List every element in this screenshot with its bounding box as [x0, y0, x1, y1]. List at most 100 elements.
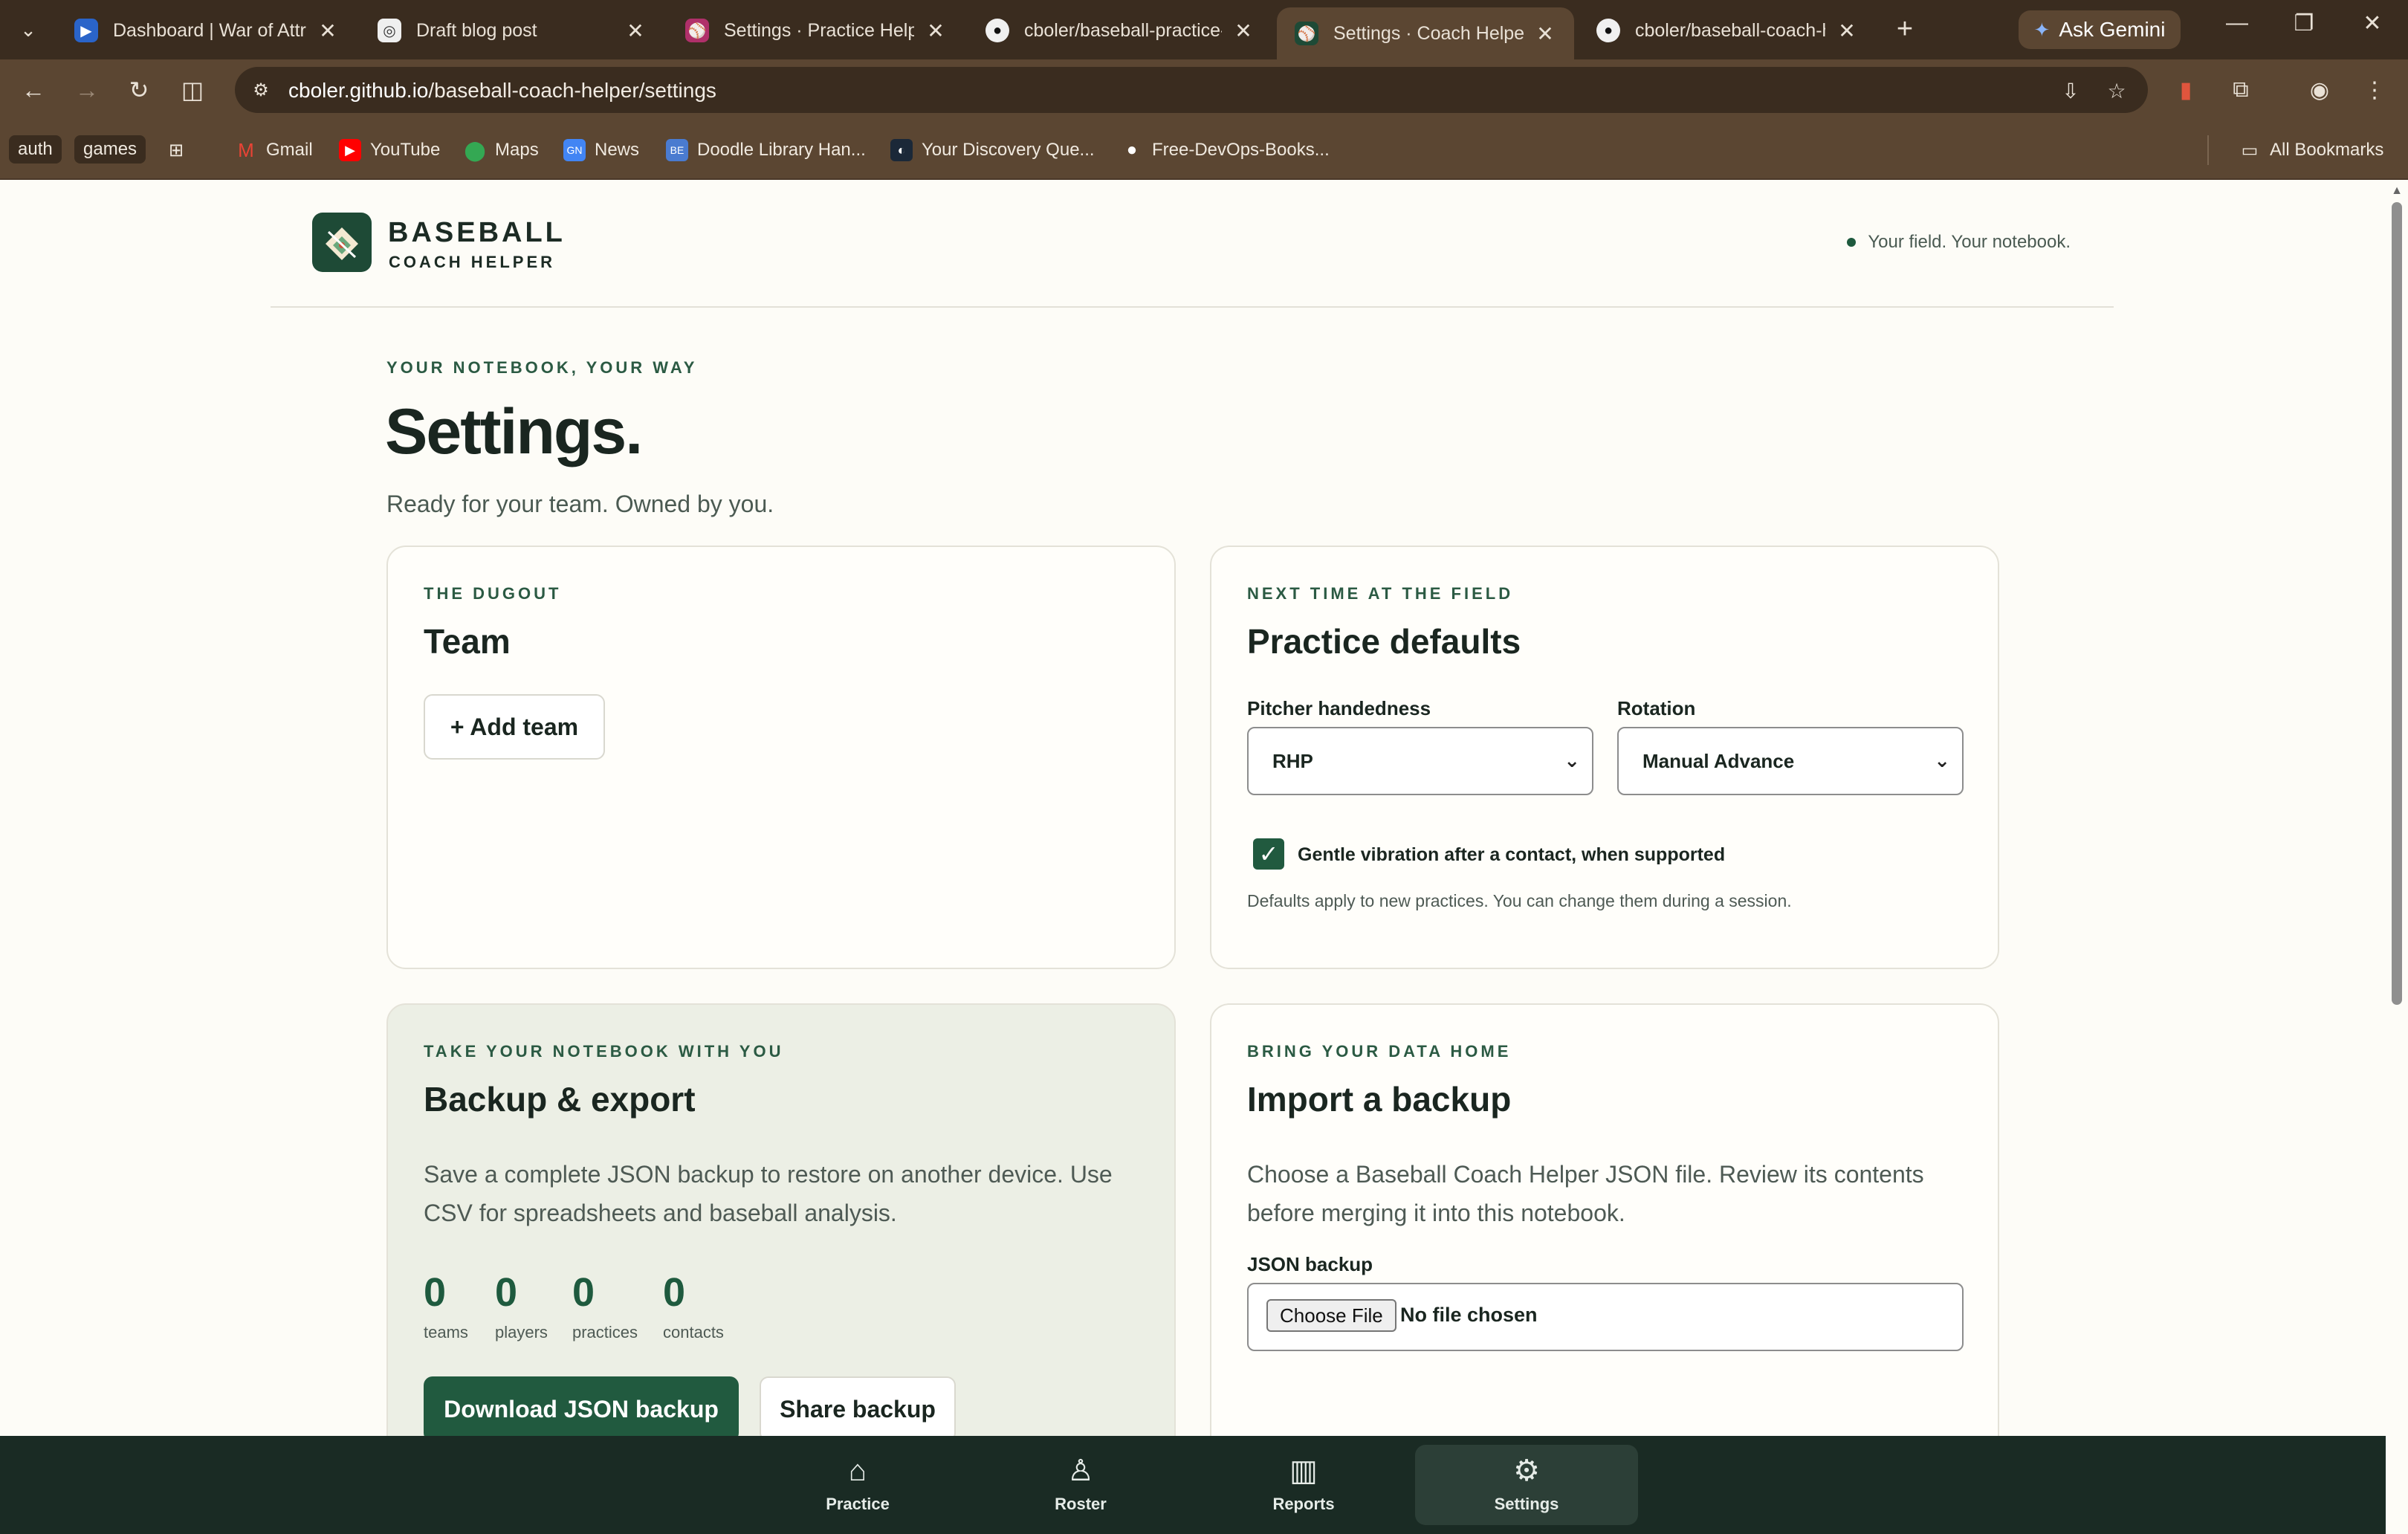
tab-coach-helper-settings[interactable]: ⚾ Settings · Coach Helper ✕	[1277, 7, 1574, 59]
scroll-up-arrow-icon[interactable]: ▲	[2390, 184, 2404, 198]
backup-eyebrow: TAKE YOUR NOTEBOOK WITH YOU	[424, 1042, 784, 1061]
bookmark-discovery-queue[interactable]: ◐ Your Discovery Que...	[890, 135, 1095, 165]
import-eyebrow: BRING YOUR DATA HOME	[1247, 1042, 1512, 1061]
restore-icon[interactable]: ❐	[2282, 10, 2326, 36]
tab-github-coach[interactable]: ● cboler/baseball-coach-he ✕	[1579, 7, 1876, 54]
install-app-icon[interactable]: ⇩	[2056, 76, 2085, 106]
backup-title: Backup & export	[424, 1080, 696, 1119]
rotation-label: Rotation	[1617, 697, 1696, 719]
practice-eyebrow: NEXT TIME AT THE FIELD	[1247, 584, 1514, 603]
new-tab-plus-icon[interactable]: +	[1888, 13, 1922, 45]
browser-tabstrip: ⌄ ▶ Dashboard | War of Attrit ✕ ◎ Draft …	[0, 0, 2408, 59]
page-subtitle: Ready for your team. Owned by you.	[386, 491, 774, 517]
page-scrollbar[interactable]: ▲	[2386, 180, 2408, 1534]
reload-icon[interactable]: ↻	[122, 73, 156, 107]
close-icon[interactable]: ✕	[1232, 19, 1255, 43]
pitcher-handedness-label: Pitcher handedness	[1247, 697, 1431, 719]
ask-gemini-button[interactable]: ✦ Ask Gemini	[2019, 10, 2181, 49]
bookmark-devops-books[interactable]: ● Free-DevOps-Books...	[1121, 135, 1330, 165]
bookmark-news[interactable]: GN News	[563, 135, 639, 165]
bookmark-folder-auth[interactable]: auth	[9, 135, 62, 164]
nav-reports[interactable]: ▥ Reports	[1192, 1445, 1415, 1525]
profile-avatar-icon[interactable]: ◉	[2302, 73, 2337, 107]
contacts-count: 0	[663, 1270, 686, 1315]
split-view-icon[interactable]: ◫	[175, 73, 210, 107]
window-close-icon[interactable]: ✕	[2350, 10, 2395, 36]
nav-settings[interactable]: ⚙ Settings	[1415, 1445, 1638, 1525]
url-text[interactable]: cboler.github.io/baseball-coach-helper/s…	[288, 79, 716, 103]
github-icon: ●	[1126, 140, 1138, 160]
close-icon[interactable]: ✕	[925, 19, 947, 43]
json-backup-label: JSON backup	[1247, 1253, 1373, 1275]
status-dot-icon	[1847, 238, 1857, 247]
github-icon: ●	[985, 19, 1009, 42]
close-icon[interactable]: ✕	[1534, 22, 1556, 46]
extension-red-icon[interactable]: ▮	[2169, 73, 2203, 107]
folder-icon: ▭	[2241, 140, 2259, 161]
practice-title: Practice defaults	[1247, 622, 1521, 661]
choose-file-button[interactable]: Choose File	[1266, 1299, 1396, 1332]
minimize-icon[interactable]: —	[2215, 10, 2259, 36]
file-status-text: No file chosen	[1400, 1304, 1538, 1326]
import-title: Import a backup	[1247, 1080, 1512, 1119]
bookmarks-bar: auth games ⊞ M Gmail ▶ YouTube ⬤ Maps GN New…	[0, 120, 2408, 180]
bookmark-folder-games[interactable]: games	[74, 135, 146, 164]
steam-icon: ◐	[890, 139, 913, 161]
practice-defaults-note: Defaults apply to new practices. You can…	[1247, 891, 1792, 910]
tab-practice-helper-settings[interactable]: ⚾ Settings · Practice Helper ✕	[667, 7, 965, 54]
players-count: 0	[495, 1270, 518, 1315]
forward-arrow-icon[interactable]: →	[70, 73, 104, 107]
page-title: Settings.	[385, 396, 643, 467]
header-tagline: Your field. Your notebook.	[1847, 232, 2071, 253]
home-icon: ⌂	[848, 1454, 867, 1487]
github-icon: ●	[1596, 19, 1620, 42]
back-arrow-icon[interactable]: ←	[16, 73, 51, 107]
war-of-attrition-icon: ▶	[74, 19, 98, 42]
close-icon[interactable]: ✕	[624, 19, 647, 43]
menu-kebab-icon[interactable]: ⋮	[2357, 73, 2392, 107]
practice-helper-icon: ⚾	[685, 19, 709, 42]
page-content: BASEBALL COACH HELPER Your field. Your n…	[0, 180, 2386, 1534]
pitcher-handedness-select[interactable]: RHP ⌄	[1247, 727, 1593, 795]
close-icon[interactable]: ✕	[317, 19, 339, 43]
brand-name: BASEBALL	[388, 217, 566, 248]
bookmark-youtube[interactable]: ▶ YouTube	[339, 135, 440, 165]
browser-toolbar: ← → ↻ ◫ ⚙ cboler.github.io/baseball-coac…	[0, 59, 2408, 120]
baseball-diamond-icon	[326, 227, 358, 260]
team-title: Team	[424, 622, 511, 661]
teams-count: 0	[424, 1270, 447, 1315]
bookmark-gmail[interactable]: M Gmail	[235, 135, 313, 165]
vibration-checkbox[interactable]: ✓	[1253, 838, 1284, 870]
players-count-label: players	[495, 1323, 548, 1342]
maps-pin-icon: ⬤	[464, 138, 486, 161]
site-info-icon[interactable]: ⚙	[248, 77, 274, 103]
tab-github-practice[interactable]: ● cboler/baseball-practice- ✕	[968, 7, 1272, 54]
nav-roster[interactable]: ♙ Roster	[969, 1445, 1192, 1525]
vibration-label: Gentle vibration after a contact, when s…	[1298, 844, 1726, 865]
tab-dashboard[interactable]: ▶ Dashboard | War of Attrit ✕	[56, 7, 357, 54]
tab-draft-blog[interactable]: ◎ Draft blog post ✕	[360, 7, 664, 54]
bookmark-star-icon[interactable]: ☆	[2102, 76, 2132, 106]
all-bookmarks[interactable]: ▭ All Bookmarks	[2207, 135, 2383, 165]
add-team-button[interactable]: + Add team	[424, 694, 605, 760]
rotation-select[interactable]: Manual Advance ⌄	[1617, 727, 1964, 795]
contacts-count-label: contacts	[663, 1323, 724, 1342]
bookmark-maps[interactable]: ⬤ Maps	[464, 135, 538, 165]
apps-grid-icon[interactable]: ⊞	[165, 135, 196, 165]
app-logo[interactable]	[312, 213, 372, 272]
json-backup-file-input[interactable]: Choose File No file chosen	[1247, 1283, 1964, 1351]
download-json-backup-button[interactable]: Download JSON backup	[424, 1376, 739, 1442]
import-description: Choose a Baseball Coach Helper JSON file…	[1247, 1161, 1924, 1226]
bookmark-doodle-library[interactable]: BE Doodle Library Han...	[666, 135, 866, 165]
tab-search-chevron-icon[interactable]: ⌄	[9, 12, 48, 48]
gear-icon: ⚙	[1513, 1454, 1540, 1487]
practice-defaults-card: NEXT TIME AT THE FIELD Practice defaults…	[1210, 546, 1999, 969]
address-bar[interactable]: ⚙ cboler.github.io/baseball-coach-helper…	[235, 67, 2148, 113]
share-backup-button[interactable]: Share backup	[760, 1376, 956, 1442]
team-card: THE DUGOUT Team + Add team	[386, 546, 1176, 969]
scrollbar-thumb[interactable]	[2392, 202, 2402, 1005]
extensions-puzzle-icon[interactable]: ⧉	[2224, 73, 2258, 107]
news-icon: GN	[563, 139, 586, 161]
nav-practice[interactable]: ⌂ Practice	[746, 1445, 969, 1525]
close-icon[interactable]: ✕	[1836, 19, 1858, 43]
